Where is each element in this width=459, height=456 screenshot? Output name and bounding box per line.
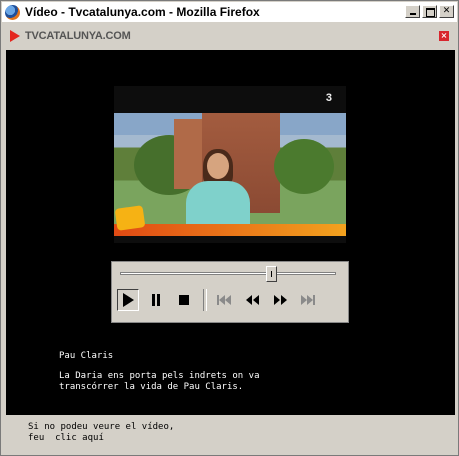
browser-window: Vídeo - Tvcatalunya.com - Mozilla Firefo… [0, 0, 459, 456]
help-note: Si no podeu veure el vídeo, feu clic aqu… [28, 422, 174, 444]
site-logo: TVCATALUNYA.COM [25, 30, 131, 42]
window-titlebar: Vídeo - Tvcatalunya.com - Mozilla Firefo… [2, 2, 457, 22]
video-lower-third [114, 224, 346, 236]
site-header: TVCATALUNYA.COM × [2, 23, 457, 49]
skip-forward-icon [301, 295, 315, 305]
previous-button[interactable] [213, 289, 235, 311]
play-button[interactable] [117, 289, 139, 311]
window-controls: ✕ [405, 5, 454, 18]
stop-button[interactable] [173, 289, 195, 311]
close-popup-button[interactable]: × [439, 31, 449, 41]
skip-back-icon [217, 295, 231, 305]
rewind-icon [245, 295, 259, 305]
fast-forward-icon [273, 295, 287, 305]
fast-forward-button[interactable] [269, 289, 291, 311]
tvc-logo-icon [10, 30, 20, 42]
window-title: Vídeo - Tvcatalunya.com - Mozilla Firefo… [25, 5, 260, 19]
video-player[interactable]: 3 [114, 86, 346, 243]
player-controls [111, 261, 349, 323]
pause-button[interactable] [145, 289, 167, 311]
video-tower [174, 119, 204, 189]
close-window-button[interactable]: ✕ [439, 5, 454, 18]
video-sticker [114, 205, 146, 231]
clip-title: Pau Claris [59, 351, 114, 361]
help-link[interactable]: feu clic aquí [28, 433, 104, 443]
minimize-button[interactable] [405, 5, 420, 18]
play-icon [123, 293, 134, 307]
player-area: 3 Pau Claris La Daria ens porta pels ind… [6, 50, 455, 415]
video-presenter-head [207, 153, 229, 179]
firefox-icon [5, 4, 20, 20]
clip-description-line1: La Daria ens porta pels indrets on va [59, 371, 260, 381]
pause-icon [152, 294, 160, 306]
help-note-line1: Si no podeu veure el vídeo, [28, 422, 175, 432]
control-buttons [117, 289, 325, 311]
rewind-button[interactable] [241, 289, 263, 311]
video-tree-right [274, 139, 334, 194]
stop-icon [179, 295, 189, 305]
next-button[interactable] [297, 289, 319, 311]
controls-separator [203, 289, 207, 311]
footer-bar: Si no podeu veure el vídeo, feu clic aqu… [2, 416, 457, 454]
channel-logo: 3 [325, 92, 332, 104]
clip-description-line2: transcórrer la vida de Pau Claris. [59, 382, 244, 392]
seek-track[interactable] [120, 272, 336, 275]
video-frame [114, 113, 346, 236]
seek-slider-thumb[interactable] [266, 266, 277, 282]
maximize-button[interactable] [422, 5, 437, 18]
